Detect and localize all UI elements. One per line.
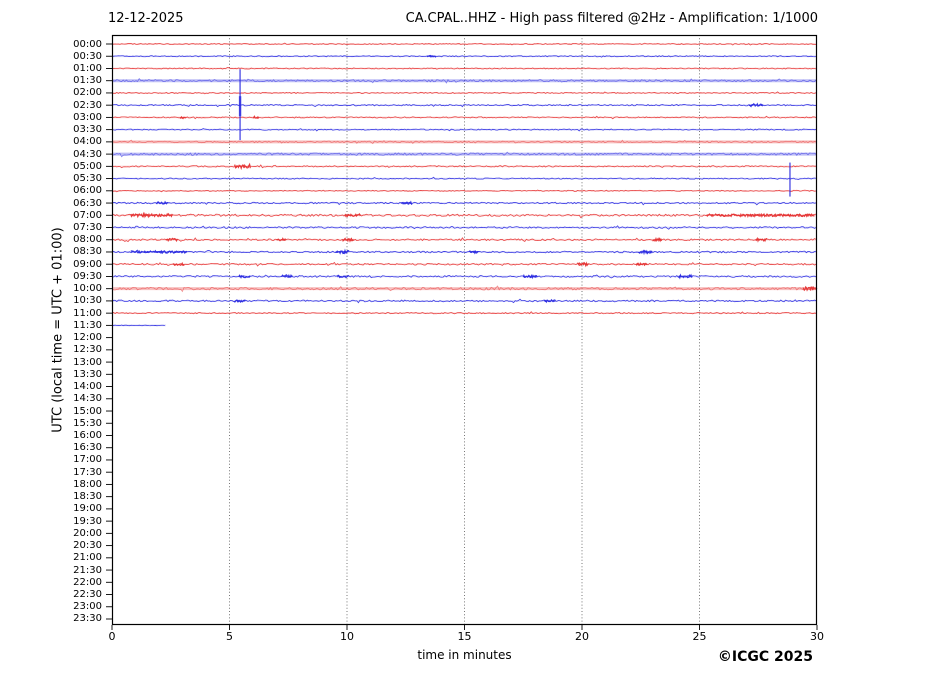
y-tick-label: 09:00 — [73, 258, 102, 270]
y-tick-label: 16:00 — [73, 429, 102, 441]
y-tick-label: 00:30 — [73, 50, 102, 62]
x-tick-label: 5 — [226, 630, 233, 643]
y-tick-label: 14:30 — [73, 393, 102, 405]
y-tick-label: 12:30 — [73, 344, 102, 356]
x-tick-label: 0 — [108, 630, 116, 643]
event-burst-00:30 — [426, 54, 437, 58]
y-tick-label: 13:30 — [73, 368, 102, 380]
y-tick-label: 01:00 — [73, 62, 102, 74]
y-tick-label: 22:00 — [73, 576, 102, 588]
event-burst-08:00 — [342, 237, 354, 243]
y-tick-label: 04:00 — [73, 136, 102, 148]
x-tick-label: 10 — [340, 630, 354, 643]
y-tick-label: 10:30 — [73, 295, 102, 307]
y-tick-label: 22:30 — [73, 589, 102, 601]
y-tick-label: 06:30 — [73, 197, 102, 209]
y-tick-label: 05:30 — [73, 173, 102, 185]
y-tick-label: 01:30 — [73, 75, 102, 87]
x-tick-label: 25 — [692, 630, 707, 643]
y-tick-label: 07:30 — [73, 222, 102, 233]
y-tick-label: 13:00 — [73, 356, 102, 368]
x-tick-label: 20 — [575, 630, 589, 643]
y-tick-label: 07:00 — [73, 209, 102, 221]
y-tick-label: 06:00 — [73, 185, 102, 197]
y-tick-label: 09:30 — [73, 270, 102, 282]
y-tick-label: 03:30 — [73, 124, 102, 136]
y-tick-label: 11:30 — [73, 319, 102, 331]
y-tick-label: 18:00 — [73, 478, 102, 490]
y-tick-label: 15:30 — [73, 417, 102, 429]
y-tick-label: 23:00 — [73, 601, 102, 613]
x-tick-label: 30 — [810, 630, 824, 643]
y-tick-label: 17:30 — [73, 466, 102, 478]
y-tick-label: 11:00 — [73, 307, 102, 319]
y-tick-label: 21:30 — [73, 564, 102, 576]
helicorder-plot — [106, 34, 818, 630]
y-tick-label: 17:00 — [73, 454, 102, 466]
y-tick-label: 02:30 — [73, 99, 102, 111]
y-tick-label: 21:00 — [73, 552, 102, 564]
x-tick-label: 15 — [457, 630, 472, 643]
y-tick-label: 05:00 — [73, 160, 102, 172]
y-tick-label: 19:00 — [73, 503, 102, 515]
event-burst-07:00 — [130, 211, 174, 219]
helicorder-page: { "header": { "date": "12-12-2025", "tit… — [0, 0, 927, 696]
helicorder-canvas — [106, 34, 818, 630]
y-tick-label: 10:00 — [73, 283, 102, 295]
y-tick-label: 12:00 — [73, 332, 102, 344]
y-tick-label: 15:00 — [73, 405, 102, 417]
y-tick-label: 18:30 — [73, 491, 102, 503]
y-tick-label: 19:30 — [73, 515, 102, 527]
y-tick-label: 23:30 — [73, 613, 102, 625]
y-tick-label: 08:30 — [73, 246, 102, 258]
y-tick-label: 00:00 — [73, 38, 102, 50]
y-tick-label: 14:00 — [73, 381, 102, 393]
plot-title: CA.CPAL..HHZ - High pass filtered @2Hz -… — [405, 11, 818, 26]
y-tick-label: 20:00 — [73, 527, 102, 539]
y-tick-label: 02:00 — [73, 87, 102, 99]
copyright-credit: ©ICGC 2025 — [717, 649, 813, 665]
y-tick-label: 16:30 — [73, 442, 102, 454]
event-burst-08:00 — [755, 236, 768, 243]
y-tick-label: 04:30 — [73, 148, 102, 160]
y-tick-label: 03:00 — [73, 111, 102, 123]
y-tick-label: 08:00 — [73, 234, 102, 246]
y-tick-label: 20:30 — [73, 540, 102, 552]
